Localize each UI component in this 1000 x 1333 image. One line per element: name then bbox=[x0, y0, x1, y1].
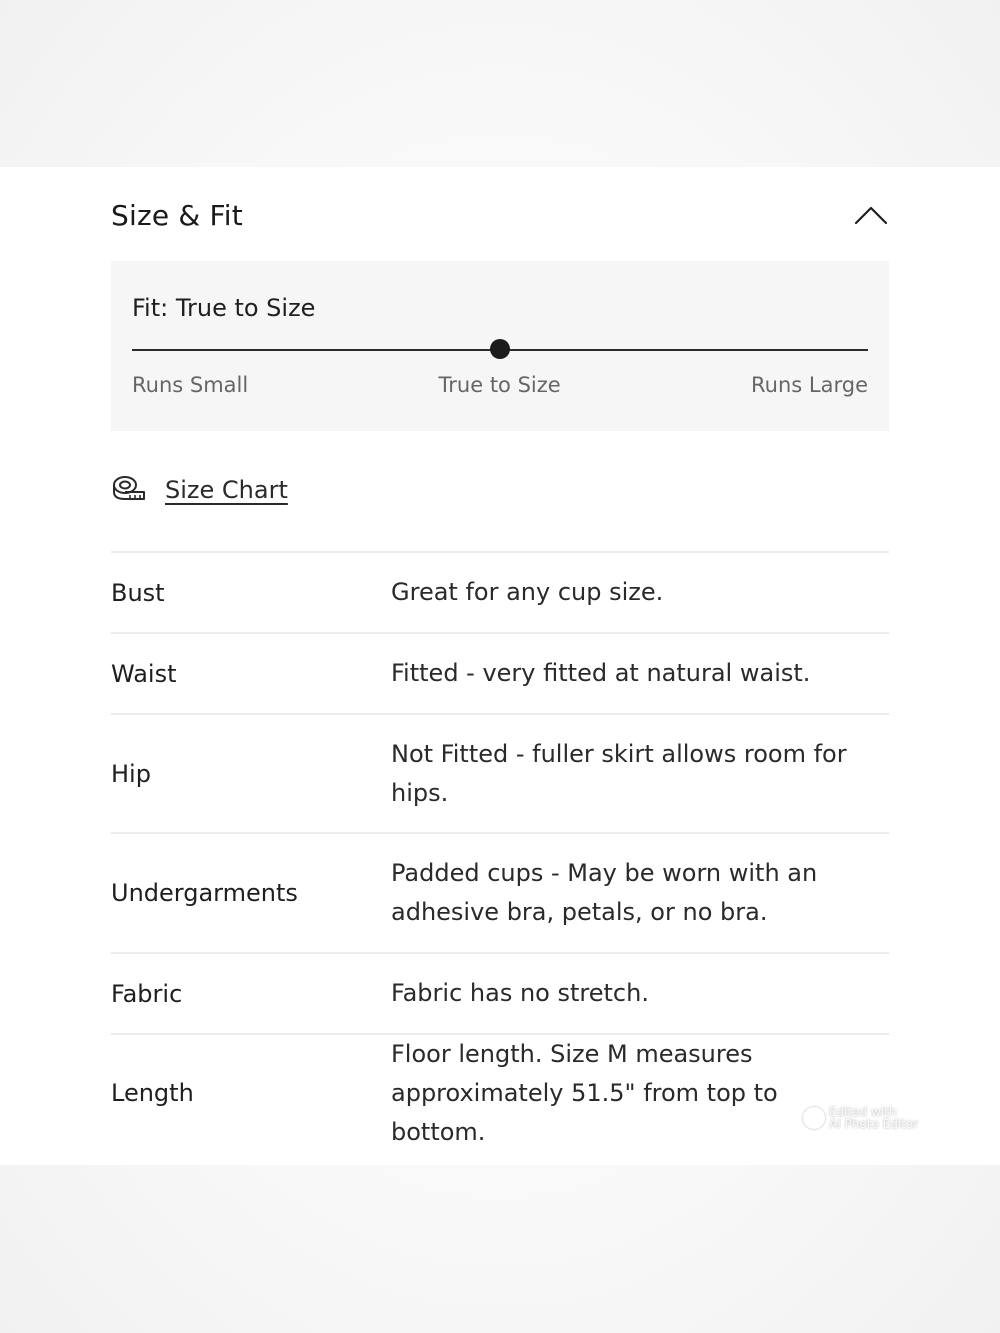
photo-editor-watermark: Edited with AI Photo Editor bbox=[803, 1106, 918, 1130]
spec-name: Fabric bbox=[111, 979, 183, 1008]
measuring-tape-icon bbox=[111, 474, 147, 506]
watermark-logo-icon bbox=[803, 1107, 825, 1129]
fit-scale-marker bbox=[490, 339, 510, 359]
section-title: Size & Fit bbox=[111, 198, 243, 232]
spec-name: Bust bbox=[111, 578, 165, 607]
spec-name: Undergarments bbox=[111, 879, 298, 907]
spec-value: Fabric has no stretch. bbox=[391, 979, 649, 1007]
spec-value: Fitted - very fitted at natural waist. bbox=[391, 659, 811, 687]
spec-name: Length bbox=[111, 1079, 194, 1107]
watermark-line-2: AI Photo Editor bbox=[829, 1117, 919, 1131]
spec-name: Hip bbox=[111, 759, 151, 788]
spec-value: Not Fitted - fuller skirt allows room fo… bbox=[391, 739, 847, 807]
spec-value: Padded cups - May be worn with an adhesi… bbox=[391, 859, 818, 926]
spec-table: Bust Great for any cup size. Waist Fitte… bbox=[111, 551, 889, 1151]
size-chart-label[interactable]: Size Chart bbox=[165, 476, 288, 504]
size-fit-panel: Size & Fit Fit: True to Size Runs Small … bbox=[0, 167, 1000, 1165]
watermark-text: Edited with AI Photo Editor bbox=[829, 1106, 918, 1130]
spec-row-hip: Hip Not Fitted - fuller skirt allows roo… bbox=[111, 713, 889, 832]
fit-label-runs-large: Runs Large bbox=[751, 373, 868, 397]
fit-title: Fit: True to Size bbox=[132, 294, 316, 322]
spec-row-fabric: Fabric Fabric has no stretch. bbox=[111, 952, 889, 1033]
fit-scale-labels: Runs Small True to Size Runs Large bbox=[132, 373, 868, 397]
size-fit-header[interactable]: Size & Fit bbox=[111, 195, 889, 235]
spec-row-undergarments: Undergarments Padded cups - May be worn … bbox=[111, 832, 889, 952]
fit-label-true-to-size: True to Size bbox=[438, 373, 561, 397]
spec-name: Waist bbox=[111, 659, 177, 688]
chevron-up-icon[interactable] bbox=[853, 203, 889, 227]
spec-row-length: Length Floor length. Size M measures app… bbox=[111, 1033, 889, 1151]
spec-value: Floor length. Size M measures approximat… bbox=[391, 1039, 778, 1146]
spec-row-waist: Waist Fitted - very fitted at natural wa… bbox=[111, 632, 889, 713]
spec-value: Great for any cup size. bbox=[391, 578, 664, 606]
spec-row-bust: Bust Great for any cup size. bbox=[111, 551, 889, 632]
fit-scale-track bbox=[132, 339, 868, 359]
fit-scale-box: Fit: True to Size Runs Small True to Siz… bbox=[111, 261, 889, 431]
fit-label-runs-small: Runs Small bbox=[132, 373, 249, 397]
size-chart-link[interactable]: Size Chart bbox=[111, 472, 889, 508]
